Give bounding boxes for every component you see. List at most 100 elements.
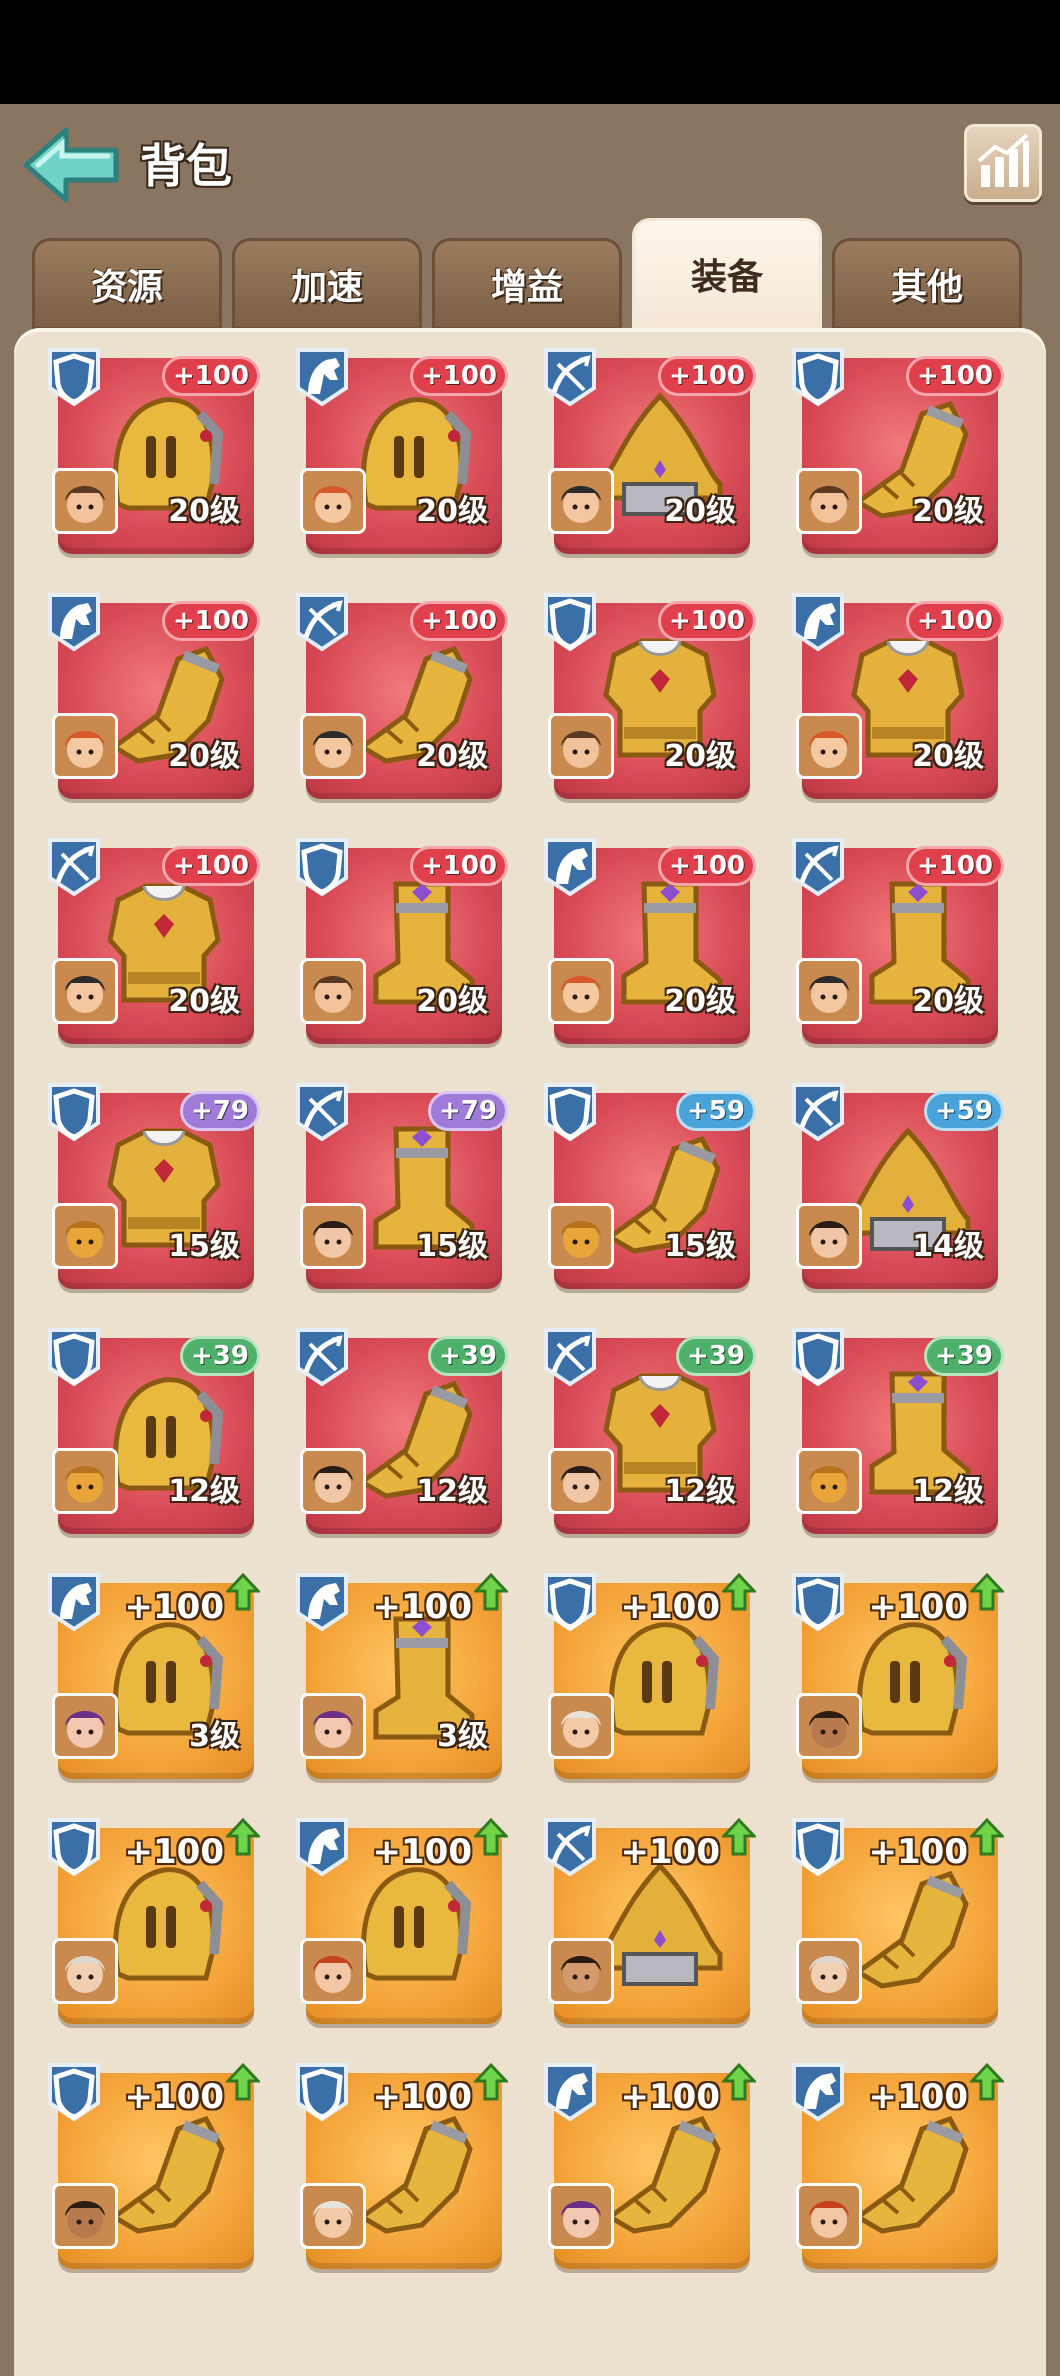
shield-class-icon <box>48 2063 100 2122</box>
horse-class-icon <box>296 1818 348 1877</box>
horse-class-icon <box>544 838 596 897</box>
equipment-item[interactable]: +100 20级 <box>292 589 508 799</box>
bonus-value: +100 <box>620 1832 720 1872</box>
hero-pirate-icon <box>551 471 611 531</box>
tab-other[interactable]: 其他 <box>832 238 1022 330</box>
equipment-item[interactable]: +100 20级 <box>292 834 508 1044</box>
hero-redhair-icon <box>799 716 859 776</box>
bonus-badge: +100 <box>161 601 260 641</box>
hero-avatar <box>548 1693 614 1759</box>
equipment-item[interactable]: +100 20级 <box>44 834 260 1044</box>
equipment-item[interactable]: +100 3级 <box>44 1569 260 1779</box>
equipment-item[interactable]: +39 12级 <box>788 1324 1004 1534</box>
bonus-badge: +100 <box>657 846 756 886</box>
equipment-item[interactable]: +39 12级 <box>44 1324 260 1534</box>
hero-pirate-icon <box>55 961 115 1021</box>
equipment-item[interactable]: +79 15级 <box>44 1079 260 1289</box>
equipment-item[interactable]: +100 20级 <box>788 834 1004 1044</box>
bonus-value: +100 <box>868 1587 968 1627</box>
equipment-item[interactable]: +100 20级 <box>540 834 756 1044</box>
hero-avatar <box>300 1938 366 2004</box>
upgrade-arrow-icon <box>722 2063 756 2101</box>
hero-pirate-icon <box>303 716 363 776</box>
hero-redhair-icon <box>303 471 363 531</box>
equipment-item[interactable]: +100 3级 <box>292 1569 508 1779</box>
equipment-item[interactable]: +100 20级 <box>788 344 1004 554</box>
bonus-value: +100 <box>124 1832 224 1872</box>
equipment-item[interactable]: +100 20级 <box>788 589 1004 799</box>
bonus-badge: +39 <box>428 1336 508 1376</box>
hero-avatar <box>548 1448 614 1514</box>
hero-boy2-icon <box>551 1941 611 2001</box>
bow-class-icon <box>48 838 100 897</box>
bonus-value: +100 <box>372 1587 472 1627</box>
equipment-item[interactable]: +100 20级 <box>292 344 508 554</box>
equipment-item[interactable]: +39 12级 <box>292 1324 508 1534</box>
item-level: 3级 <box>437 1719 488 1754</box>
back-button[interactable] <box>22 122 122 208</box>
horse-class-icon <box>544 2063 596 2122</box>
shield-class-icon <box>48 1328 100 1387</box>
hero-redhair-icon <box>55 716 115 776</box>
bonus-badge: +100 <box>905 356 1004 396</box>
upgrade-arrow-icon <box>722 1818 756 1856</box>
equipment-item[interactable]: +100 <box>540 1814 756 2024</box>
stats-button[interactable] <box>964 124 1042 202</box>
tab-resources[interactable]: 资源 <box>32 238 222 330</box>
item-level: 20级 <box>912 494 984 529</box>
equipment-item[interactable]: +100 <box>44 2059 260 2269</box>
equipment-item[interactable]: +100 <box>788 1569 1004 1779</box>
item-level: 3级 <box>189 1719 240 1754</box>
equipment-item[interactable]: +100 20级 <box>540 589 756 799</box>
hero-darkhair-icon <box>303 1451 363 1511</box>
equipment-item[interactable]: +59 15级 <box>540 1079 756 1289</box>
upgrade-arrow-icon <box>474 2063 508 2101</box>
shield-class-icon <box>792 1818 844 1877</box>
hero-darkhair-icon <box>303 1206 363 1266</box>
bonus-badge: +100 <box>409 601 508 641</box>
upgrade-arrow-icon <box>970 2063 1004 2101</box>
hero-spartan-icon <box>551 1206 611 1266</box>
equipment-item[interactable]: +100 20级 <box>540 344 756 554</box>
hero-avatar <box>796 2183 862 2249</box>
equipment-item[interactable]: +39 12级 <box>540 1324 756 1534</box>
hero-avatar <box>300 2183 366 2249</box>
hero-oldman-icon <box>303 2186 363 2246</box>
equipment-item[interactable]: +100 <box>540 1569 756 1779</box>
shield-class-icon <box>544 1083 596 1142</box>
bow-class-icon <box>544 1818 596 1877</box>
hero-darkgirl-icon <box>55 2186 115 2246</box>
tab-equipment[interactable]: 装备 <box>632 218 822 330</box>
equipment-item[interactable]: +100 <box>788 2059 1004 2269</box>
bonus-badge: +100 <box>161 846 260 886</box>
horse-class-icon <box>296 1573 348 1632</box>
equipment-item[interactable]: +100 <box>540 2059 756 2269</box>
equipment-item[interactable]: +59 14级 <box>788 1079 1004 1289</box>
bonus-badge: +39 <box>676 1336 756 1376</box>
equipment-item[interactable]: +100 <box>292 1814 508 2024</box>
tab-speedups[interactable]: 加速 <box>232 238 422 330</box>
hero-darkgirl-icon <box>799 1696 859 1756</box>
bow-class-icon <box>544 1328 596 1387</box>
tab-boosts[interactable]: 增益 <box>432 238 622 330</box>
shield-class-icon <box>48 348 100 407</box>
equipment-item[interactable]: +100 20级 <box>44 589 260 799</box>
item-level: 15级 <box>664 1229 736 1264</box>
hero-avatar <box>52 1448 118 1514</box>
hero-darkhair-icon <box>799 1206 859 1266</box>
bonus-badge: +59 <box>676 1091 756 1131</box>
equipment-item[interactable]: +100 20级 <box>44 344 260 554</box>
equipment-item[interactable]: +100 <box>44 1814 260 2024</box>
shield-class-icon <box>792 1573 844 1632</box>
hero-avatar <box>300 468 366 534</box>
shield-class-icon <box>48 1818 100 1877</box>
hero-avatar <box>300 1448 366 1514</box>
hero-avatar <box>796 958 862 1024</box>
bonus-badge: +79 <box>180 1091 260 1131</box>
upgrade-arrow-icon <box>722 1573 756 1611</box>
equipment-item[interactable]: +100 <box>788 1814 1004 2024</box>
item-level: 20级 <box>168 739 240 774</box>
equipment-item[interactable]: +100 <box>292 2059 508 2269</box>
equipment-item[interactable]: +79 15级 <box>292 1079 508 1289</box>
bonus-badge: +39 <box>924 1336 1004 1376</box>
